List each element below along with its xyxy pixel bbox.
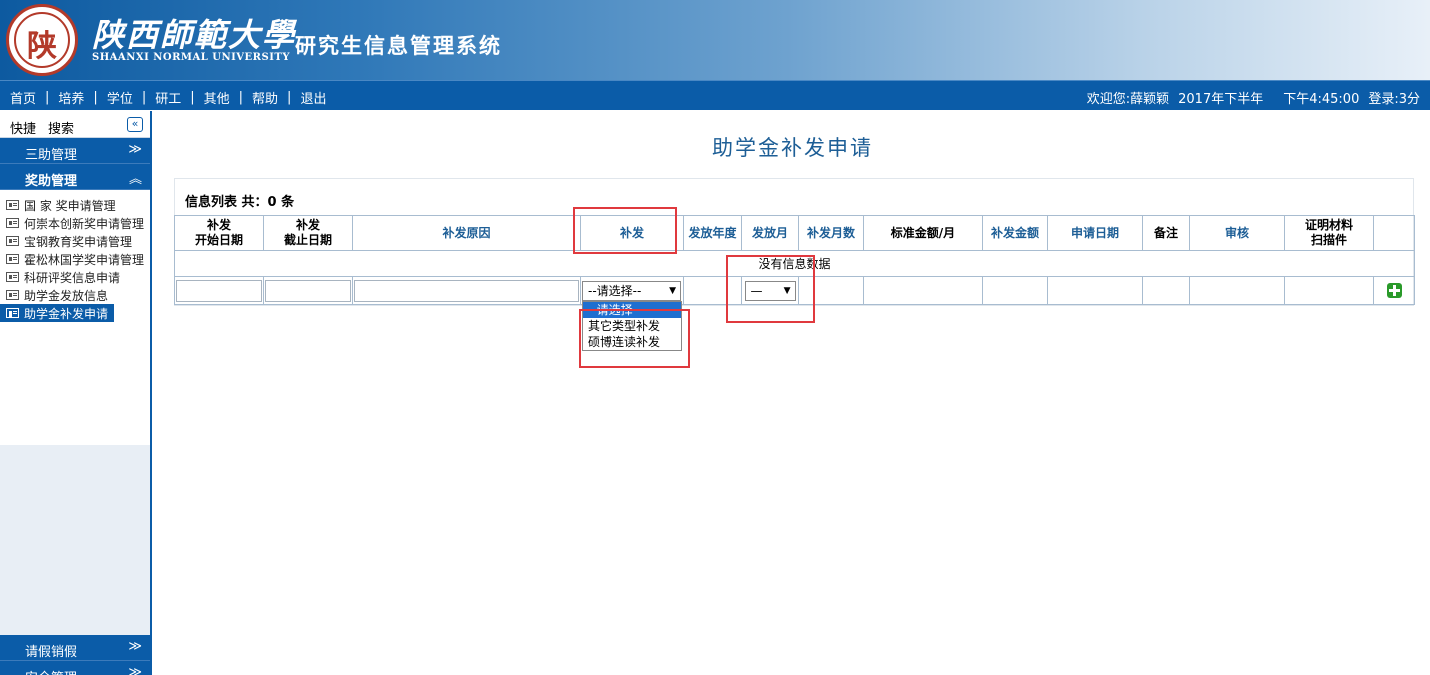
collapse-sidebar-icon[interactable]: « xyxy=(127,117,143,132)
sidebar-item-label: 霍松林国学奖申请管理 xyxy=(24,252,145,267)
time-text: 下午4:45:00 xyxy=(1283,92,1360,107)
reason-input[interactable] xyxy=(354,279,579,302)
top-nav-bar: 首页 | 培养 | 学位 | 研工 | 其他 | 帮助 | 退出 欢迎您:薛颖颖… xyxy=(0,80,1430,110)
nav-separator: | xyxy=(190,90,195,105)
col-apply-date[interactable]: 申请日期 xyxy=(1047,215,1143,251)
highlight-box-dropdown xyxy=(579,309,690,368)
nav-separator: | xyxy=(287,90,292,105)
page-title: 助学金补发申请 xyxy=(712,136,873,160)
section-label: 安全管理 xyxy=(25,667,77,675)
sidebar-section-leave[interactable]: 请假销假 ≫ xyxy=(0,635,150,661)
sidebar-item-hechongben-award[interactable]: 何崇本创新奖申请管理 xyxy=(0,214,150,232)
col-review[interactable]: 审核 xyxy=(1189,215,1285,251)
list-count: 信息列表 共：0 条 xyxy=(185,195,295,210)
sidebar-section-sanzhu[interactable]: 三助管理 ≫ xyxy=(0,138,150,164)
header-banner: 陕 陕西師範大學 SHAANXI NORMAL UNIVERSITY 研究生信息… xyxy=(0,0,1430,80)
user-status: 欢迎您:薛颖颖 2017年下半年 下午4:45:00 登录:3分 xyxy=(1087,88,1420,107)
sidebar: 快捷 搜索 « 三助管理 ≫ 奖助管理 ︽ 国 家 奖申请管理 何崇本创新奖申请… xyxy=(0,111,152,675)
section-label: 请假销假 xyxy=(25,645,78,660)
sidebar-item-huosonglin-award[interactable]: 霍松林国学奖申请管理 xyxy=(0,250,150,268)
chevron-up-icon: ︽ xyxy=(128,172,142,187)
nav-separator: | xyxy=(238,90,244,105)
form-icon xyxy=(6,218,19,228)
nav-separator: | xyxy=(93,90,98,105)
chevron-down-icon: ≫ xyxy=(128,639,142,654)
nav-other[interactable]: 其他 xyxy=(204,88,230,107)
col-year[interactable]: 发放年度 xyxy=(683,215,742,251)
university-name-cn: 陕西師範大學 xyxy=(92,16,297,54)
end-date-input[interactable] xyxy=(265,279,351,302)
form-icon xyxy=(6,236,19,246)
col-remark: 备注 xyxy=(1142,215,1190,251)
form-icon xyxy=(6,308,19,318)
nav-degree[interactable]: 学位 xyxy=(107,88,133,107)
sidebar-item-research-award[interactable]: 科研评奖信息申请 xyxy=(0,268,150,286)
select-value: --请选择-- xyxy=(588,283,642,298)
col-standard-amount: 标准金额/月 xyxy=(863,215,983,251)
form-icon xyxy=(6,290,19,300)
col-end-date[interactable]: 补发 截止日期 xyxy=(263,215,353,251)
welcome-text: 欢迎您:薛颖颖 xyxy=(1086,92,1170,107)
col-month[interactable]: 发放月 xyxy=(741,215,799,251)
sidebar-section-jiangzhu[interactable]: 奖助管理 ︽ xyxy=(0,164,150,190)
col-reason[interactable]: 补发原因 xyxy=(352,215,581,251)
sidebar-item-national-scholarship[interactable]: 国 家 奖申请管理 xyxy=(0,196,150,214)
sidebar-bottom-sections: 请假销假 ≫ 安全管理 ≫ xyxy=(0,635,150,675)
start-date-input[interactable] xyxy=(176,279,262,302)
sidebar-toolbar: 快捷 搜索 « xyxy=(0,111,150,138)
sidebar-item-label: 何崇本创新奖申请管理 xyxy=(24,216,145,231)
dropdown-arrow-icon: ▼ xyxy=(669,285,676,296)
sidebar-item-label: 国 家 奖申请管理 xyxy=(24,198,116,213)
col-actions xyxy=(1373,215,1415,251)
sidebar-item-baosteel-award[interactable]: 宝钢教育奖申请管理 xyxy=(0,232,150,250)
highlight-box-header xyxy=(573,207,677,254)
university-logo: 陕 xyxy=(6,4,78,76)
sidebar-item-label: 宝钢教育奖申请管理 xyxy=(24,234,133,249)
term-text: 2017年下半年 xyxy=(1178,92,1264,107)
nav-student-affairs[interactable]: 研工 xyxy=(155,88,181,107)
table-header-row: 补发 开始日期 补发 截止日期 补发原因 补发 发放年度 发放月 补发月数 标准金额… xyxy=(174,215,1415,251)
col-supplement-amount[interactable]: 补发金额 xyxy=(982,215,1048,251)
col-attachment: 证明材料 扫描件 xyxy=(1284,215,1374,251)
logo-char: 陕 xyxy=(27,29,57,64)
sidebar-item-grant-info[interactable]: 助学金发放信息 xyxy=(0,286,150,304)
form-icon xyxy=(6,254,19,264)
sidebar-section-safety[interactable]: 安全管理 ≫ xyxy=(0,661,150,675)
login-duration: 登录:3分 xyxy=(1368,92,1420,107)
supplement-type-select[interactable]: --请选择-- ▼ xyxy=(582,280,681,301)
sidebar-item-label: 助学金补发申请 xyxy=(24,306,109,321)
sidebar-item-label: 助学金发放信息 xyxy=(24,288,109,303)
nav-help[interactable]: 帮助 xyxy=(252,88,278,107)
highlight-box-month xyxy=(726,255,815,323)
quick-tab[interactable]: 快捷 xyxy=(10,118,36,137)
search-tab[interactable]: 搜索 xyxy=(48,118,74,137)
nav-logout[interactable]: 退出 xyxy=(300,88,326,107)
nav-separator: | xyxy=(45,90,50,105)
add-icon[interactable] xyxy=(1386,283,1402,298)
col-month-count[interactable]: 补发月数 xyxy=(798,215,864,251)
nav-menu: 首页 | 培养 | 学位 | 研工 | 其他 | 帮助 | 退出 xyxy=(10,88,326,107)
nav-home[interactable]: 首页 xyxy=(10,88,36,107)
system-name: 研究生信息管理系统 xyxy=(295,33,502,58)
form-icon xyxy=(6,272,19,282)
nav-training[interactable]: 培养 xyxy=(58,88,84,107)
col-start-date[interactable]: 补发 开始日期 xyxy=(174,215,264,251)
nav-separator: | xyxy=(141,90,147,105)
chevron-down-icon: ≫ xyxy=(128,665,142,675)
section-label: 奖助管理 xyxy=(25,174,78,189)
form-icon xyxy=(6,200,19,210)
university-name-en: SHAANXI NORMAL UNIVERSITY xyxy=(92,52,290,63)
section-label: 三助管理 xyxy=(25,148,78,163)
sidebar-item-grant-supplement[interactable]: 助学金补发申请 xyxy=(0,304,114,322)
sidebar-item-label: 科研评奖信息申请 xyxy=(24,270,121,285)
chevron-down-icon: ≫ xyxy=(128,142,142,157)
sidebar-item-list: 国 家 奖申请管理 何崇本创新奖申请管理 宝钢教育奖申请管理 霍松林国学奖申请管… xyxy=(0,190,150,445)
